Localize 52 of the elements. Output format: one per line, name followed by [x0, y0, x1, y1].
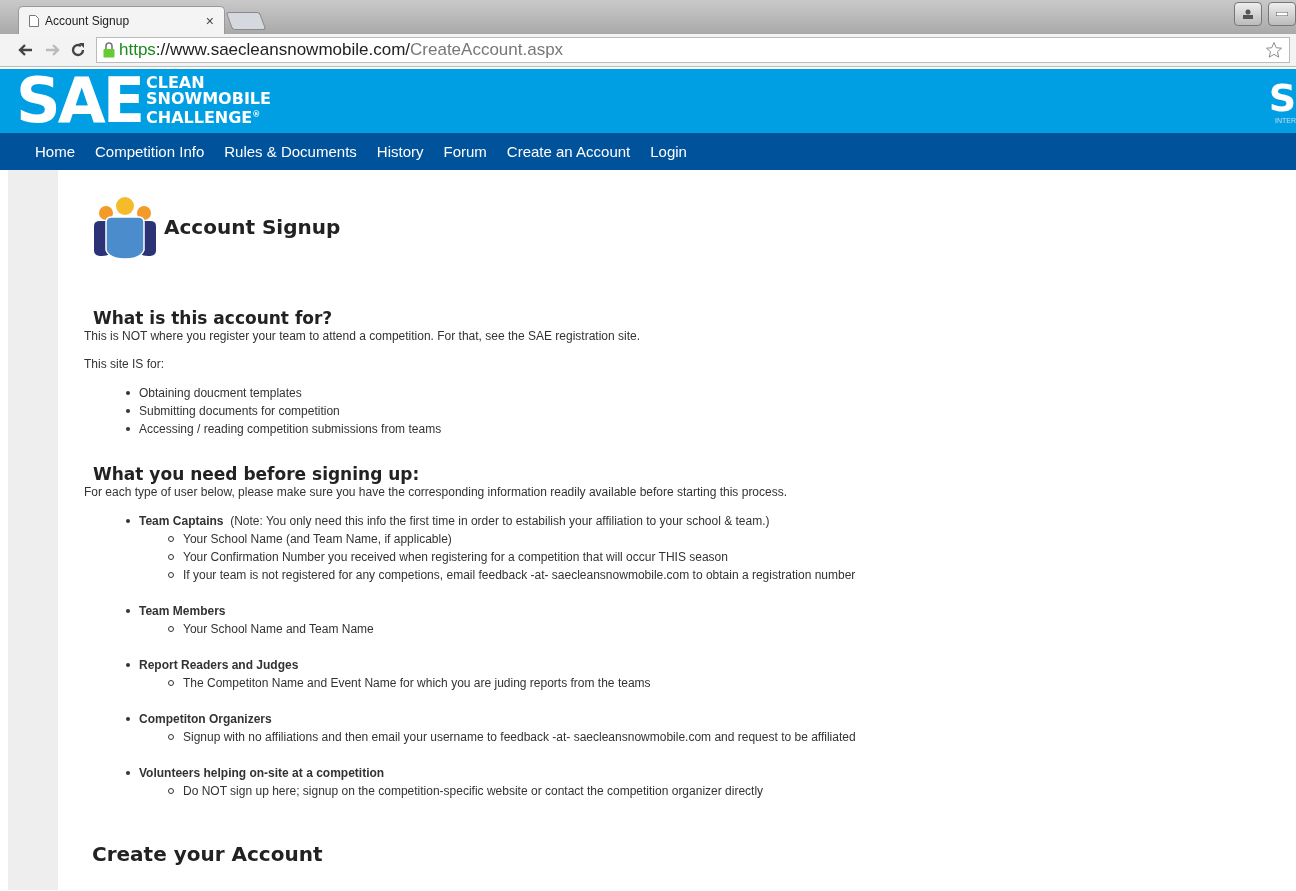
minimize-icon [1276, 12, 1288, 16]
user-button[interactable] [1234, 2, 1262, 26]
list-item-text: Your Confirmation Number you received when registering for a competition that will occur THIS season [183, 549, 728, 566]
section-heading: What is this account for? [93, 308, 334, 328]
list-item-text: Team Members [139, 603, 226, 620]
list-item-text: Report Readers and Judges [139, 657, 299, 674]
star-icon[interactable] [1265, 41, 1283, 59]
lock-icon [103, 42, 115, 58]
list-item-text: Accessing / reading competition submissions from teams [139, 421, 442, 438]
section-heading: Create your Account [92, 842, 324, 866]
list-item-text: The Competiton Name and Event Name for which you are juding reports from the teams [183, 675, 651, 692]
close-tab-button[interactable]: × [205, 12, 214, 29]
nav-link[interactable]: History [366, 143, 434, 160]
nav-link[interactable]: Rules & Documents [214, 143, 367, 160]
list-item-text: Your School Name and Team Name [183, 621, 374, 638]
paragraph: This site IS for: [84, 356, 166, 372]
bullet-icon [126, 409, 130, 413]
page-title: Account Signup [164, 215, 341, 239]
paragraph: This is NOT where you register your team to attend a competition. For that, see the SAE registration site. [84, 328, 642, 344]
list-item-text: Obtaining doucment templates [139, 385, 302, 402]
section-heading: What you need before signing up: [93, 464, 421, 484]
bullet-icon [126, 391, 130, 395]
list-item-text: Signup with no affiliations and then email your username to feedback -at- saecleansnowmobile.com and request to be affiliated [183, 729, 856, 746]
browser-tab[interactable]: Account Signup × [18, 6, 225, 34]
list-item-text: Submitting documents for competition [139, 403, 340, 420]
list-item-text: Do NOT sign up here; signup on the competition-specific website or contact the competition organizer directly [183, 783, 764, 800]
list-item-text: If your team is not registered for any competions, email feedback -at- saecleansnowmobile.com to obtain a registration number [183, 567, 856, 584]
list-item-text: Team Captains (Note: You only need this info the first time in order to estabilish your affiliation to your school & team.) [139, 513, 770, 530]
bullet-icon [126, 663, 130, 667]
address-bar[interactable]: https://www.saecleansnowmobile.com/CreateAccount.aspx [96, 37, 1290, 63]
page-icon [29, 14, 39, 27]
back-icon[interactable] [18, 42, 34, 58]
bullet-icon [126, 519, 130, 523]
nav-link[interactable]: Login [640, 143, 697, 160]
bullet-icon [126, 427, 130, 431]
nav-link[interactable]: Home [25, 143, 85, 160]
paragraph: For each type of user below, please make sure you have the corresponding information readily available before starting this process. [84, 484, 789, 500]
people-icon [92, 194, 158, 260]
list-item-text: Volunteers helping on-site at a competition [139, 765, 385, 782]
reload-icon[interactable] [70, 42, 86, 58]
bullet-icon [126, 609, 130, 613]
new-tab-button[interactable] [225, 12, 267, 30]
nav-link[interactable]: Forum [433, 143, 497, 160]
list-item-text: Competiton Organizers [139, 711, 272, 728]
nav-link[interactable]: Create an Account [496, 143, 641, 160]
minimize-button[interactable] [1268, 2, 1296, 26]
list-item-text: Your School Name (and Team Name, if applicable) [183, 531, 452, 548]
url-text: https://www.saecleansnowmobile.com/CreateAccount.aspx [119, 40, 564, 60]
bullet-icon [126, 771, 130, 775]
person-icon [1242, 9, 1254, 19]
bullet-icon [126, 717, 130, 721]
nav-link[interactable]: Competition Info [85, 143, 215, 160]
